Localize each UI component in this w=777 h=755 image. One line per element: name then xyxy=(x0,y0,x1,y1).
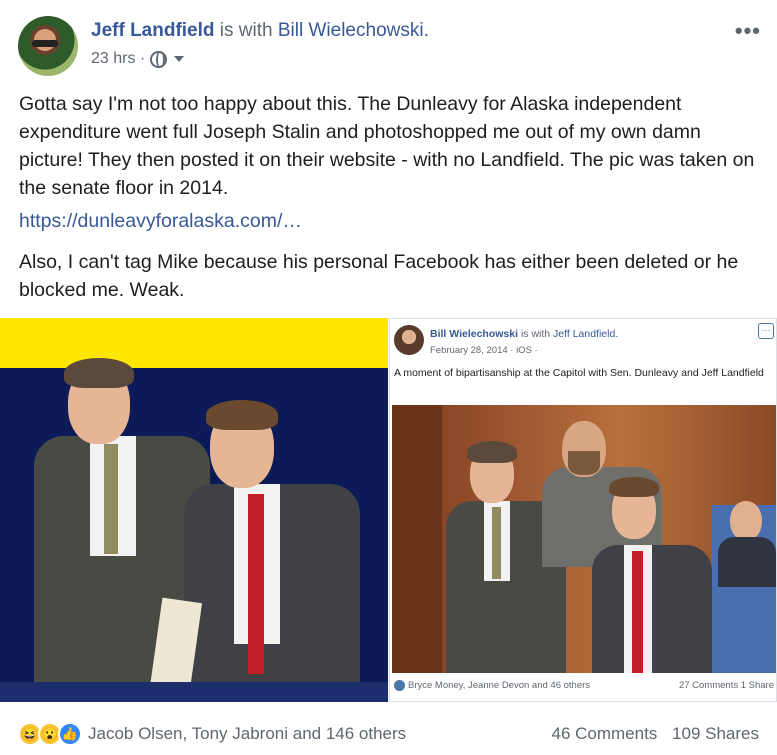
embedded-author-avatar xyxy=(394,325,424,355)
embedded-post-meta: February 28, 2014 · iOS · xyxy=(430,345,538,356)
embedded-likes: Bryce Money, Jeanne Devon and 46 others xyxy=(394,680,590,691)
embedded-likes-text: Bryce Money, Jeanne Devon and 46 others xyxy=(408,680,591,692)
embedded-photo xyxy=(392,405,776,673)
chevron-down-icon[interactable] xyxy=(174,56,185,62)
more-options-button[interactable]: ••• xyxy=(735,18,761,44)
post-text-paragraph-1: Gotta say I'm not too happy about this. … xyxy=(19,93,755,199)
embedded-header-line: Bill Wielechowski is with Jeff Landfield… xyxy=(430,328,618,340)
reactors-text[interactable]: Jacob Olsen, Tony Jabroni and 146 others xyxy=(88,724,406,744)
globe-icon[interactable] xyxy=(150,50,168,68)
facebook-post: Jeff Landfield is with Bill Wielechowski… xyxy=(0,0,777,755)
embedded-more-icon: ··· xyxy=(758,323,774,339)
campaign-photo[interactable] xyxy=(0,318,388,702)
author-avatar[interactable] xyxy=(18,16,78,76)
embedded-caption: A moment of bipartisanship at the Capito… xyxy=(394,367,764,379)
embedded-with-text: is with xyxy=(520,328,551,340)
with-text: is with xyxy=(219,20,273,41)
reactions-summary[interactable]: 😆 😮 👍 Jacob Olsen, Tony Jabroni and 146 … xyxy=(18,722,406,746)
like-icon xyxy=(394,680,405,691)
like-icon: 👍 xyxy=(58,722,82,746)
tagged-user-link[interactable]: Bill Wielechowski. xyxy=(278,20,429,41)
embedded-footer: Bryce Money, Jeanne Devon and 46 others … xyxy=(394,680,774,691)
post-header-line: Jeff Landfield is with Bill Wielechowski… xyxy=(91,20,429,42)
photo-yellow-band xyxy=(0,318,388,368)
shares-count-link[interactable]: 109 Shares xyxy=(672,724,759,743)
embedded-post-screenshot[interactable]: Bill Wielechowski is with Jeff Landfield… xyxy=(389,318,777,702)
author-name-link[interactable]: Jeff Landfield xyxy=(91,20,215,41)
photo-bottom-band xyxy=(0,682,388,702)
engagement-counts: 46 Comments 109 Shares xyxy=(551,724,759,744)
post-timestamp[interactable]: 23 hrs · xyxy=(91,50,145,68)
embedded-tagged-user: Jeff Landfield. xyxy=(553,328,619,340)
comments-count-link[interactable]: 46 Comments xyxy=(551,724,657,743)
embedded-comments-shares: 27 Comments 1 Share xyxy=(678,680,774,691)
post-text-paragraph-2: Also, I can't tag Mike because his perso… xyxy=(19,251,739,301)
post-link[interactable]: https://dunleavyforalaska.com/… xyxy=(19,210,302,233)
post-meta: 23 hrs · xyxy=(91,50,185,68)
embedded-author-name: Bill Wielechowski xyxy=(430,328,519,340)
